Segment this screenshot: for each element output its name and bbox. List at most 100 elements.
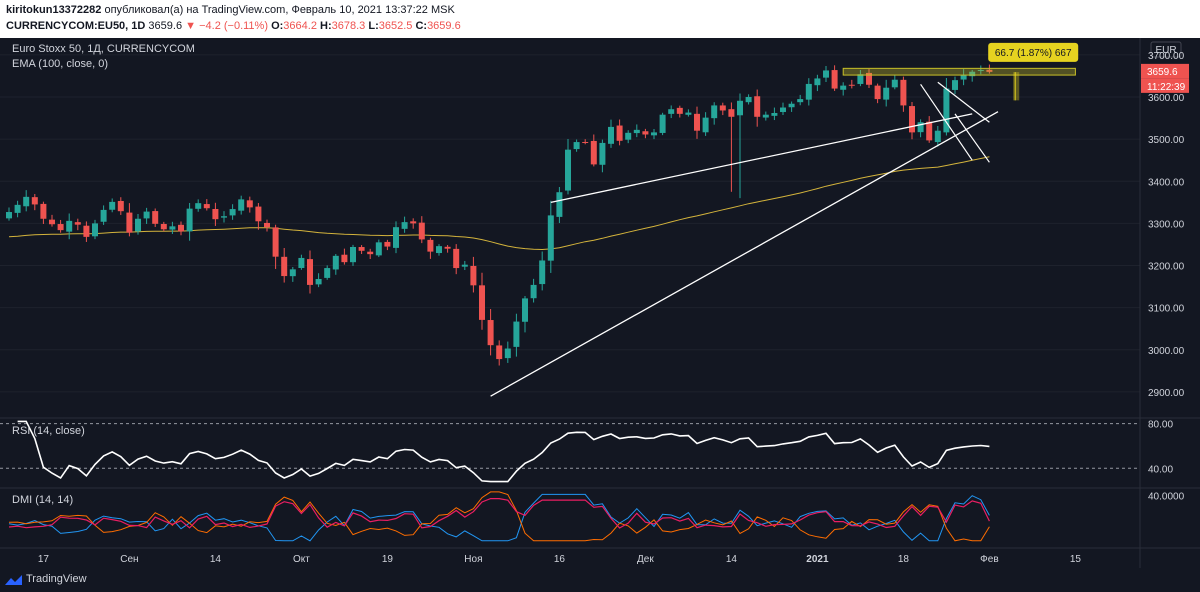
candle-body [840, 85, 847, 90]
candle-body [14, 204, 21, 213]
chart-title: Euro Stoxx 50, 1Д, CURRENCYCOM [12, 43, 195, 55]
symbol-label: CURRENCYCOM:EU50, 1D [6, 20, 146, 32]
y-tick-label: 3100.00 [1148, 304, 1185, 315]
candle-body [324, 268, 331, 278]
candle-body [307, 259, 313, 285]
footer: TradingView [0, 568, 1200, 592]
candle-body [539, 260, 546, 285]
candle-body [590, 140, 597, 165]
candle-body [117, 200, 124, 212]
x-tick-label: 15 [1070, 554, 1082, 565]
candle-body [358, 247, 365, 251]
symbol-line: CURRENCYCOM:EU50, 1D 3659.6 ▼ −4.2 (−0.1… [6, 20, 461, 32]
candle-body [642, 131, 649, 135]
candle-body [393, 227, 399, 248]
trendline [550, 113, 973, 203]
candle-body [754, 96, 761, 117]
candle-body [676, 107, 683, 114]
candle-body [745, 96, 752, 103]
candle-body [74, 222, 81, 225]
candle-body [436, 246, 442, 254]
x-tick-label: Окт [293, 554, 310, 565]
candle-body [410, 221, 417, 224]
rsi-legend[interactable]: RSI (14, close) [12, 425, 85, 437]
ema-series [8, 156, 990, 251]
candle-body [66, 220, 73, 232]
candle-body [23, 196, 30, 207]
drawings[interactable]: 66.7 (1.87%) 667 [490, 42, 1079, 397]
dmi-legend[interactable]: DMI (14, 14) [12, 494, 73, 506]
candle-body [831, 70, 838, 89]
high-label: H: [320, 20, 332, 32]
candle-body [418, 222, 425, 240]
x-tick-label: 18 [898, 554, 910, 565]
candle-body [625, 132, 632, 140]
candle-body [40, 203, 47, 219]
y-tick-label: 3000.00 [1148, 346, 1185, 357]
y-tick-label: 3300.00 [1148, 219, 1185, 230]
candle-body [100, 209, 107, 222]
candles [6, 64, 993, 366]
candle-body [186, 208, 193, 232]
candle-body [341, 254, 348, 263]
candle-body [633, 129, 640, 134]
candle-body [350, 246, 356, 263]
candle-body [109, 201, 116, 210]
rsi-pane [0, 417, 1200, 483]
tradingview-logo-icon [5, 575, 22, 585]
author-name[interactable]: kiritokun13372282 [6, 4, 101, 16]
y-tick-label: 3400.00 [1148, 177, 1185, 188]
low-value: 3652.5 [378, 20, 413, 32]
open-label: O: [271, 20, 284, 32]
countdown-label: 11:22:39 [1147, 82, 1186, 93]
rsi-series [17, 420, 990, 483]
y-tick-label: 3700.00 [1148, 51, 1185, 62]
x-tick-label: 14 [726, 554, 738, 565]
candle-body [762, 114, 769, 118]
candle-body [169, 226, 176, 230]
x-tick-label: 2021 [806, 554, 829, 565]
candle-body [298, 257, 305, 268]
publish-line: kiritokun13372282 опубликовал(а) на Trad… [6, 4, 455, 16]
info-bar: kiritokun13372282 опубликовал(а) на Trad… [0, 0, 1200, 38]
candle-body [651, 132, 657, 136]
price-change: −4.2 (−0.11%) [199, 20, 268, 32]
chart-canvas[interactable]: 66.7 (1.87%) 667 EUR2900.003000.003100.0… [0, 38, 1200, 568]
channel-line [954, 113, 990, 163]
dmi-pane [0, 487, 1200, 542]
candle-body [823, 70, 829, 78]
candle-body [616, 125, 623, 141]
candle-body [659, 114, 666, 133]
candle-body [582, 141, 589, 143]
candle-body [530, 284, 537, 299]
candle-body [401, 222, 408, 229]
x-tick-label: Ноя [464, 554, 482, 565]
candle-body [126, 212, 133, 233]
candle-body [952, 80, 958, 90]
candle-body [719, 105, 726, 111]
last-price-label: 3659.6 [1147, 67, 1178, 78]
candle-body [444, 246, 451, 249]
chart-area[interactable]: 66.7 (1.87%) 667 EUR 2900.00 3000.00 3100.0… [0, 38, 1200, 568]
publish-info: опубликовал(а) на TradingView.com, Февра… [104, 4, 455, 16]
ema-legend[interactable]: EMA (100, close, 0) [12, 58, 108, 70]
candle-body [874, 85, 881, 100]
candle-body [160, 223, 167, 230]
candle-body [453, 248, 460, 269]
candle-body [178, 224, 184, 232]
measure-label: 66.7 (1.87%) 667 [995, 48, 1072, 59]
candle-body [702, 117, 709, 133]
measure-range [1013, 72, 1020, 101]
x-tick-label: 14 [210, 554, 222, 565]
candle-body [384, 241, 391, 247]
candle-body [900, 79, 907, 106]
candle-body [891, 79, 898, 88]
dmi-minus-series [8, 491, 990, 542]
candle-body [152, 211, 159, 224]
time-axis[interactable]: 17 Сен 14 Окт 19 Ноя 16 Дек 14 2021 18 Фев 15 [0, 547, 1200, 565]
candle-body [883, 87, 890, 100]
candle-body [212, 208, 219, 220]
candle-body [857, 74, 864, 84]
candle-body [57, 224, 64, 231]
candle-body [461, 264, 468, 267]
